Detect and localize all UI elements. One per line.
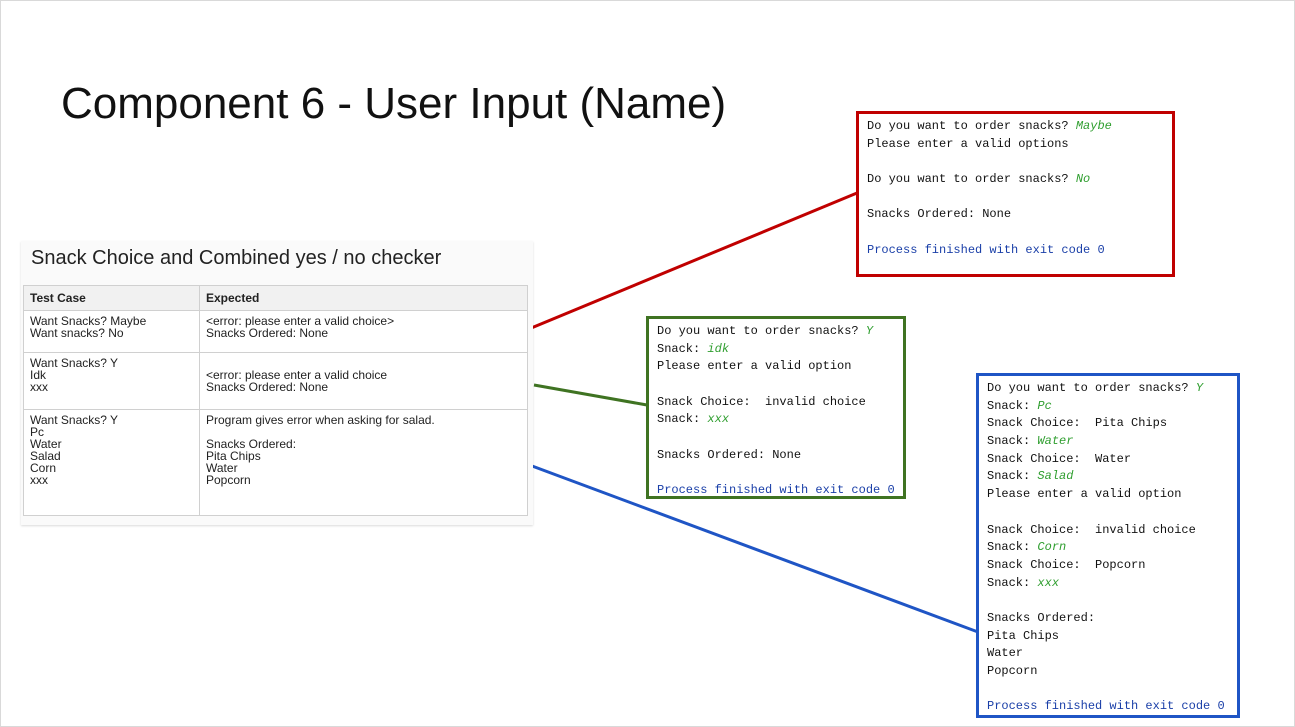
console-text: Do you want to order snacks?	[987, 381, 1196, 395]
process-exit-text: Process finished with exit code 0	[657, 483, 895, 498]
console-line: Snack: Corn	[987, 539, 1229, 557]
test-table-heading: Snack Choice and Combined yes / no check…	[31, 247, 442, 269]
user-input-text: Pc	[1037, 398, 1052, 413]
green-connector-line	[533, 383, 648, 407]
console-text: Snack:	[657, 412, 708, 427]
console-line: Do you want to order snacks? No	[867, 171, 1164, 189]
console-line: Snacks Ordered:	[987, 610, 1229, 628]
console-text: Please enter a valid options	[867, 136, 1069, 151]
console-line: Snacks Ordered: None	[867, 206, 1164, 224]
console-text: Snack:	[987, 575, 1038, 590]
console-text: Snack Choice: invalid choice	[657, 394, 866, 409]
console-line: Snack Choice: Popcorn	[987, 557, 1229, 575]
console-text: Popcorn	[987, 664, 1038, 678]
console-line: Do you want to order snacks? Maybe	[867, 118, 1164, 136]
user-input-text: Y	[1195, 381, 1204, 395]
user-input-text: idk	[707, 341, 730, 356]
console-output-green: Do you want to order snacks? Y Snack: idk…	[646, 316, 906, 499]
console-line: Popcorn	[987, 663, 1229, 681]
console-line: Snack Choice: Water	[987, 451, 1229, 469]
user-input-text: Water	[1037, 434, 1074, 449]
console-line: Please enter a valid option	[657, 358, 895, 376]
console-text: Snack Choice: Water	[987, 451, 1132, 466]
console-text: Snack:	[987, 398, 1038, 413]
console-line: Snack: xxx	[987, 575, 1229, 593]
console-line: Process finished with exit code 0	[657, 482, 895, 500]
user-input-text: xxx	[707, 412, 730, 427]
test-table: Test Case Expected Want Snacks? Maybe Wa…	[23, 285, 528, 516]
console-line: Snack Choice: invalid choice	[657, 394, 895, 412]
table-row: Want Snacks? Y Pc Water Salad Corn xxx P…	[23, 409, 528, 516]
console-text: Please enter a valid option	[657, 359, 852, 374]
process-exit-text: Process finished with exit code 0	[987, 699, 1225, 714]
console-text: Snacks Ordered: None	[657, 447, 802, 462]
console-line: Process finished with exit code 0	[987, 698, 1229, 716]
console-text: Snack:	[987, 540, 1038, 555]
console-text: Snack:	[987, 434, 1038, 449]
table-header-row: Test Case Expected	[23, 285, 528, 311]
console-line: Snack Choice: Pita Chips	[987, 415, 1229, 433]
console-text: Snack Choice: Popcorn	[987, 557, 1146, 572]
console-text: Snacks Ordered: None	[867, 207, 1012, 222]
user-input-text: No	[1075, 172, 1091, 187]
test-case-cell: Want Snacks? Maybe Want snacks? No	[23, 310, 200, 353]
console-text: Snacks Ordered:	[987, 610, 1096, 625]
table-row: Want Snacks? Maybe Want snacks? No <erro…	[23, 310, 528, 353]
test-table-card: Snack Choice and Combined yes / no check…	[21, 241, 533, 525]
console-line: Snack: Pc	[987, 398, 1229, 416]
expected-cell: Program gives error when asking for sala…	[199, 409, 528, 516]
console-text: Snack Choice: Pita Chips	[987, 416, 1168, 431]
console-line: Water	[987, 645, 1229, 663]
user-input-text: Y	[865, 324, 874, 338]
column-header-test-case: Test Case	[23, 285, 200, 311]
console-line: Snack Choice: invalid choice	[987, 522, 1229, 540]
console-text: Water	[987, 646, 1024, 661]
console-line: Snacks Ordered: None	[657, 447, 895, 465]
console-line: Snack: idk	[657, 341, 895, 359]
console-text: Do you want to order snacks?	[867, 172, 1076, 187]
console-text: Please enter a valid option	[987, 487, 1182, 502]
console-text: Do you want to order snacks?	[867, 119, 1076, 133]
console-text: Pita Chips	[987, 628, 1060, 643]
console-text: Snack Choice: invalid choice	[987, 522, 1196, 537]
console-text: Snack:	[987, 469, 1038, 484]
console-line: Process finished with exit code 0	[867, 242, 1164, 260]
red-connector-line	[523, 191, 858, 333]
console-line: Snack: Salad	[987, 468, 1229, 486]
console-output-blue: Do you want to order snacks? Y Snack: Pc S…	[976, 373, 1240, 718]
slide: Component 6 - User Input (Name) Snack Ch…	[0, 0, 1295, 727]
console-line: Do you want to order snacks? Y	[987, 380, 1229, 398]
expected-cell: <error: please enter a valid choice Snac…	[199, 352, 528, 410]
table-row: Want Snacks? Y Idk xxx <error: please en…	[23, 352, 528, 410]
process-exit-text: Process finished with exit code 0	[867, 242, 1105, 257]
console-line: Snack: xxx	[657, 411, 895, 429]
console-output-red: Do you want to order snacks? Maybe Please…	[856, 111, 1175, 277]
console-text: Do you want to order snacks?	[657, 324, 866, 338]
test-case-cell: Want Snacks? Y Idk xxx	[23, 352, 200, 410]
console-line: Pita Chips	[987, 628, 1229, 646]
column-header-expected: Expected	[199, 285, 528, 311]
user-input-text: xxx	[1037, 575, 1060, 590]
console-text: Snack:	[657, 341, 708, 356]
console-line: Do you want to order snacks? Y	[657, 323, 895, 341]
user-input-text: Corn	[1037, 540, 1067, 555]
console-line: Please enter a valid option	[987, 486, 1229, 504]
console-line: Please enter a valid options	[867, 136, 1164, 154]
user-input-text: Maybe	[1075, 119, 1112, 133]
user-input-text: Salad	[1037, 469, 1074, 484]
expected-cell: <error: please enter a valid choice> Sna…	[199, 310, 528, 353]
test-case-cell: Want Snacks? Y Pc Water Salad Corn xxx	[23, 409, 200, 516]
console-line: Snack: Water	[987, 433, 1229, 451]
